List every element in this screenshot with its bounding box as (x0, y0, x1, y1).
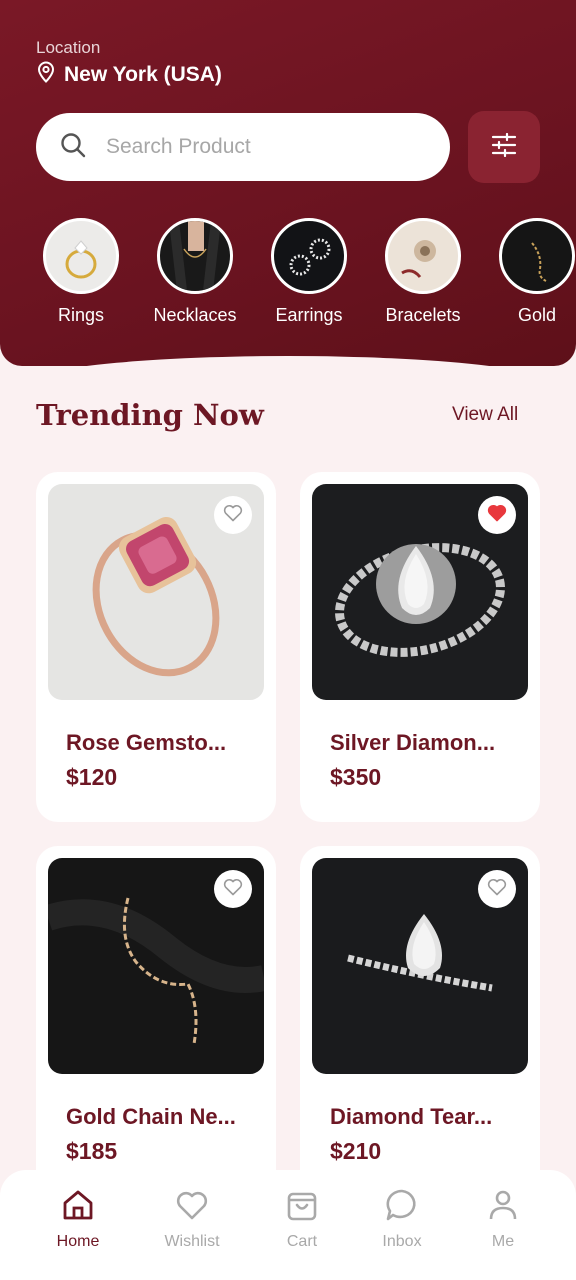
wishlist-toggle[interactable] (214, 496, 252, 534)
product-name: Diamond Tear... (330, 1104, 493, 1129)
bag-icon (285, 1188, 319, 1227)
earrings-photo (271, 218, 347, 294)
product-price: $350 (330, 764, 382, 790)
product-card[interactable]: Diamond Tear... $210 (300, 846, 540, 1196)
heart-outline-icon (223, 878, 243, 901)
chat-icon (385, 1188, 419, 1227)
product-name: Gold Chain Ne... (66, 1104, 236, 1129)
nav-inbox[interactable]: Inbox (352, 1188, 452, 1251)
nav-label: Cart (286, 1233, 318, 1250)
search-input[interactable] (106, 135, 406, 159)
heart-outline-icon (223, 504, 243, 527)
home-icon (61, 1188, 95, 1227)
nav-me[interactable]: Me (453, 1188, 553, 1251)
location-value: New York (USA) (64, 62, 222, 86)
category-label: Bracelets (385, 305, 461, 325)
wishlist-toggle[interactable] (214, 870, 252, 908)
category-rings[interactable]: Rings (21, 218, 141, 326)
user-icon (486, 1188, 520, 1227)
product-price: $120 (66, 764, 118, 790)
wishlist-toggle[interactable] (478, 496, 516, 534)
product-image (48, 484, 264, 700)
filter-icon (491, 132, 517, 162)
nav-label: Me (491, 1233, 515, 1250)
necklace-photo (157, 218, 233, 294)
bracelets-photo (385, 218, 461, 294)
gold-photo (499, 218, 575, 294)
product-price: $185 (66, 1138, 118, 1164)
wishlist-toggle[interactable] (478, 870, 516, 908)
category-label: Gold (517, 305, 557, 325)
header: Location New York (USA) Search Product R… (0, 0, 576, 366)
search-bar[interactable] (36, 113, 450, 181)
nav-label: Home (56, 1233, 100, 1250)
nav-home[interactable]: Home (28, 1188, 128, 1251)
product-card[interactable]: Gold Chain Ne... $185 (36, 846, 276, 1196)
category-bracelets[interactable]: Bracelets (363, 218, 483, 326)
location-label: Location (36, 38, 101, 57)
section-title: Trending Now (36, 398, 264, 432)
filter-button[interactable] (468, 111, 540, 183)
bottom-nav: Home Wishlist Cart Inbox Me (0, 1170, 576, 1280)
product-name: Silver Diamon... (330, 730, 496, 755)
product-card[interactable]: Rose Gemsto... $120 (36, 472, 276, 822)
category-label: Necklaces (153, 305, 237, 325)
search-icon (60, 132, 86, 163)
product-card[interactable]: Silver Diamon... $350 (300, 472, 540, 822)
category-label: Earrings (275, 305, 343, 325)
product-price: $210 (330, 1138, 382, 1164)
category-gold[interactable]: Gold (477, 218, 576, 326)
heart-outline-icon (487, 878, 507, 901)
map-pin-icon (36, 61, 56, 88)
nav-label: Inbox (382, 1233, 422, 1250)
product-image (312, 484, 528, 700)
nav-wishlist[interactable]: Wishlist (142, 1188, 242, 1251)
nav-label: Wishlist (164, 1233, 220, 1250)
product-image (312, 858, 528, 1074)
ring-photo (43, 218, 119, 294)
category-list: Rings Necklaces Earrings Bracelets Gold (0, 218, 576, 338)
product-name: Rose Gemsto... (66, 730, 227, 755)
nav-cart[interactable]: Cart (252, 1188, 352, 1251)
heart-filled-icon (487, 504, 507, 527)
view-all-link[interactable]: View All (452, 404, 518, 426)
category-necklaces[interactable]: Necklaces (135, 218, 255, 326)
product-image (48, 858, 264, 1074)
location-selector[interactable]: New York (USA) (36, 61, 222, 88)
category-earrings[interactable]: Earrings (249, 218, 369, 326)
heart-icon (175, 1188, 209, 1227)
category-label: Rings (57, 305, 105, 325)
